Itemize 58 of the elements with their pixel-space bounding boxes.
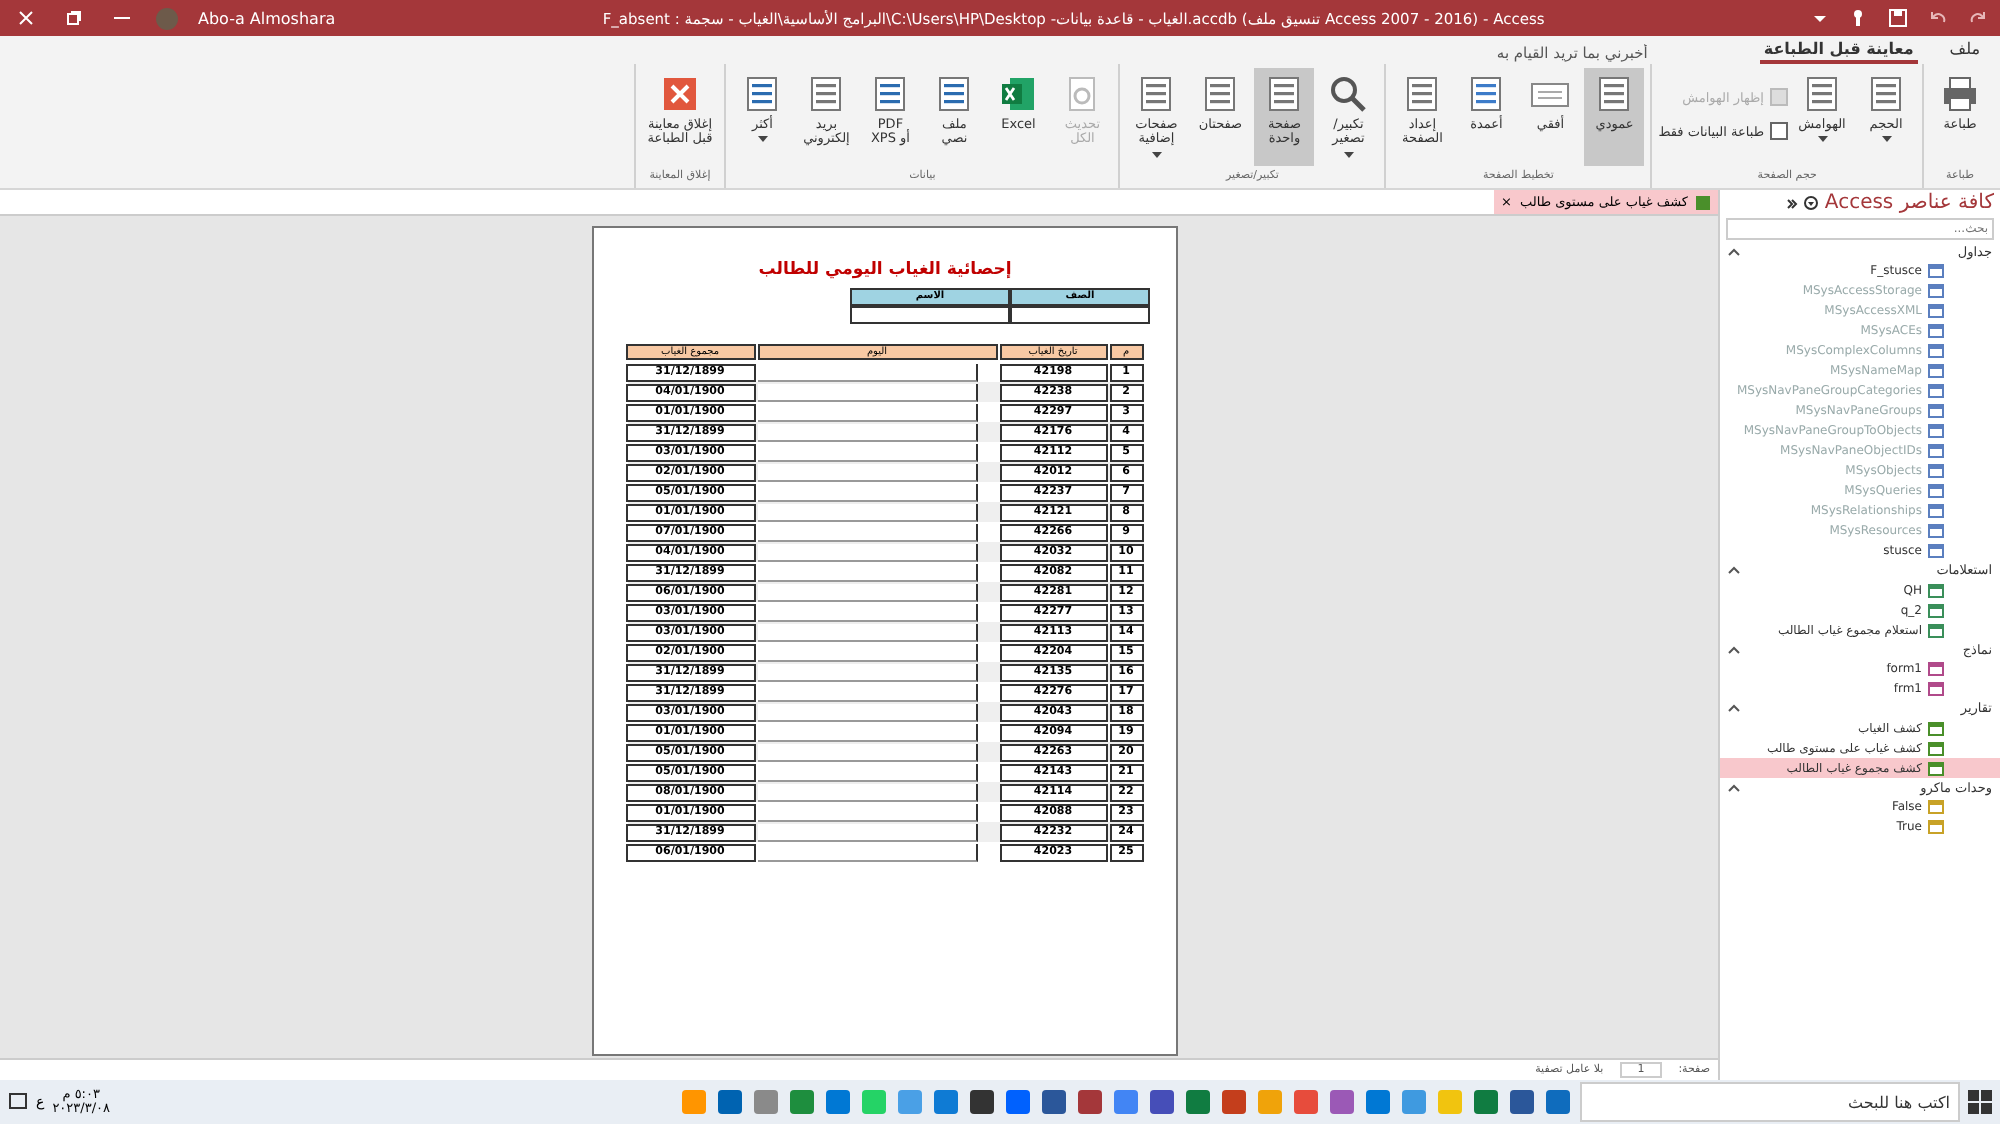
table-icon	[1928, 484, 1944, 498]
app-icon[interactable]	[968, 1088, 996, 1116]
app-icon[interactable]	[1544, 1088, 1572, 1116]
undo-icon[interactable]	[1928, 8, 1948, 28]
table-icon	[1928, 444, 1944, 458]
form-icon	[1928, 662, 1944, 676]
collapse-chevron-icon	[1728, 566, 1740, 575]
table-icon	[1928, 304, 1944, 318]
ribbon-tab[interactable]: ملف	[1945, 40, 1984, 64]
report-icon	[1928, 741, 1944, 755]
redo-icon[interactable]	[1968, 8, 1988, 28]
form-icon	[1928, 682, 1944, 696]
collapse-icon[interactable]	[1786, 197, 1799, 209]
query-icon	[1928, 603, 1944, 617]
table-icon	[1928, 464, 1944, 478]
report-icon	[1928, 761, 1944, 775]
customize-caret-icon[interactable]	[1812, 10, 1828, 26]
query-icon	[1928, 623, 1944, 637]
table-icon	[1928, 384, 1944, 398]
printer-icon	[1940, 74, 1980, 114]
macro-icon	[1928, 820, 1944, 834]
app-icon[interactable]	[1076, 1088, 1104, 1116]
report-icon	[1696, 195, 1710, 209]
table-icon	[1928, 504, 1944, 518]
excel-icon	[998, 74, 1039, 114]
query-icon	[1928, 583, 1944, 597]
macro-icon	[1928, 800, 1944, 814]
table-icon	[1928, 324, 1944, 338]
table-icon	[1928, 284, 1944, 298]
collapse-chevron-icon	[1728, 645, 1740, 654]
dropdown-circle-icon[interactable]	[1804, 196, 1819, 210]
header-value	[1010, 306, 1150, 324]
table-icon	[1928, 424, 1944, 438]
app-icon[interactable]	[716, 1088, 744, 1116]
user-name: Abo-a Almoshara	[198, 9, 336, 27]
app-icon[interactable]	[1148, 1088, 1176, 1116]
one-page-icon	[1264, 74, 1305, 114]
table-icon	[1928, 264, 1944, 278]
portrait-page-icon	[1594, 74, 1635, 114]
checkbox[interactable]	[1770, 122, 1788, 140]
windows-start-icon[interactable]	[1968, 1090, 1992, 1114]
app-icon[interactable]	[1508, 1088, 1536, 1116]
table-icon	[1928, 404, 1944, 418]
table-icon	[1928, 524, 1944, 538]
table-icon	[1928, 364, 1944, 378]
collapse-chevron-icon	[1728, 704, 1740, 713]
report-icon	[1928, 721, 1944, 735]
magnifier-icon	[1328, 74, 1369, 114]
save-icon[interactable]	[1888, 8, 1908, 28]
table-icon	[1928, 344, 1944, 358]
app-icon[interactable]	[1040, 1088, 1068, 1116]
taskbar-search-field[interactable]: اكتب هنا للبحث	[1580, 1082, 1960, 1122]
close-icon	[659, 74, 700, 114]
pane-title: كافة عناصر Access	[1824, 192, 1994, 214]
collapse-chevron-icon	[1728, 783, 1740, 792]
collapse-chevron-icon	[1728, 247, 1740, 256]
table-icon	[1928, 544, 1944, 558]
report-title: إحصائية الغياب اليومي للطالب	[758, 260, 1012, 280]
